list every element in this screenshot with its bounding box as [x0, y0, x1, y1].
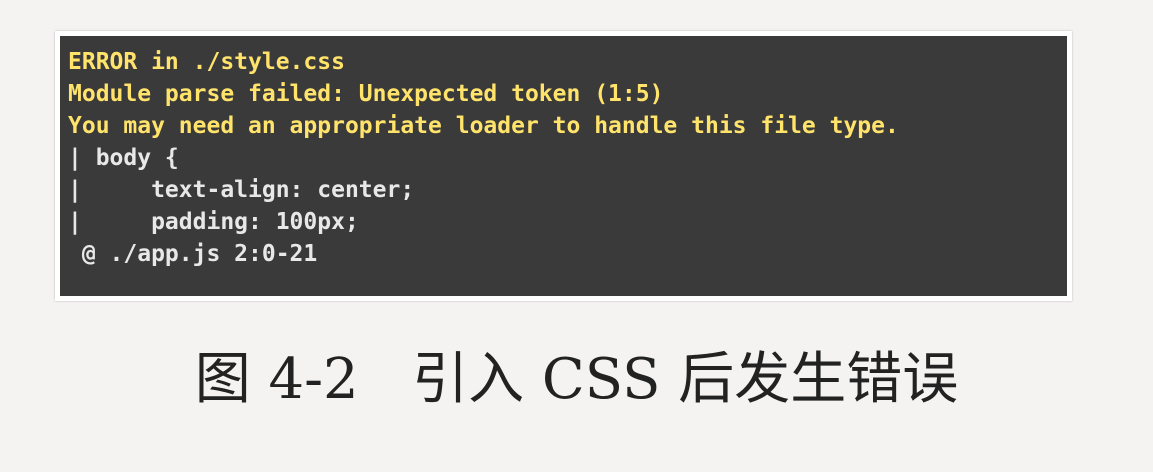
- terminal-output: ERROR in ./style.css Module parse failed…: [60, 36, 1067, 296]
- terminal-line-code: | text-align: center;: [68, 177, 415, 203]
- figure-caption: 图 4-2 引入 CSS 后发生错误: [194, 347, 959, 412]
- terminal-line-error: ERROR in ./style.css: [68, 49, 345, 75]
- figure-screenshot-frame: ERROR in ./style.css Module parse failed…: [55, 31, 1072, 301]
- terminal-line-code: | body {: [68, 145, 179, 171]
- terminal-line-location: @ ./app.js 2:0-21: [68, 241, 318, 267]
- terminal-line-parse-failed: Module parse failed: Unexpected token (1…: [68, 81, 664, 107]
- terminal-line-loader-hint: You may need an appropriate loader to ha…: [68, 113, 899, 139]
- terminal-line-code: | padding: 100px;: [68, 209, 359, 235]
